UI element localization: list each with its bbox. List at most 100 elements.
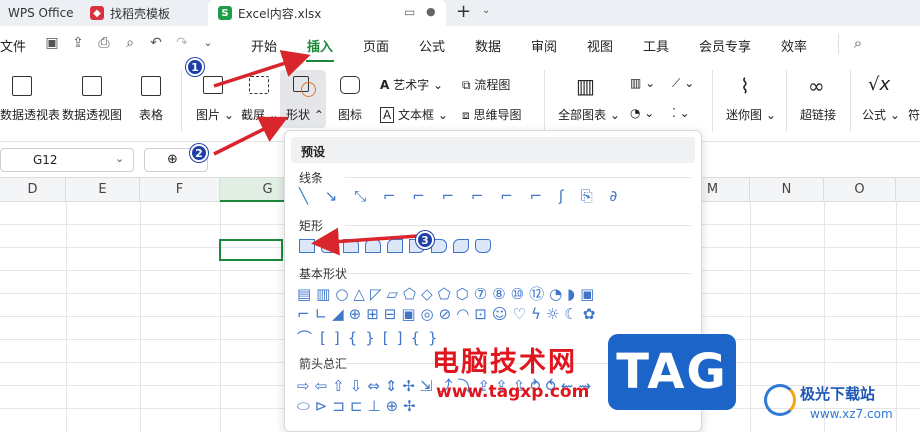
shapes-button[interactable]: 形状 ⌃: [286, 106, 324, 123]
export-icon[interactable]: ⇪: [70, 35, 86, 51]
sparkline-button[interactable]: 迷你图 ⌄: [726, 106, 776, 123]
menu-review[interactable]: 审阅: [531, 36, 557, 55]
shape-round-top-rectangle[interactable]: [365, 239, 381, 253]
pivot-table-button[interactable]: 数据透视表: [0, 106, 60, 123]
sparkline-label: 迷你图: [726, 108, 763, 122]
search-icon[interactable]: ⌕: [850, 35, 866, 51]
column-header-o[interactable]: O: [824, 178, 896, 202]
screenshot-icon: [249, 76, 269, 94]
icons-button[interactable]: 图标: [338, 106, 362, 123]
all-charts-button[interactable]: 全部图表 ⌄: [558, 106, 620, 123]
line-chart-button[interactable]: ⟋ ⌄: [672, 76, 694, 91]
chevron-down-icon[interactable]: ⌄: [482, 5, 490, 16]
menu-efficiency[interactable]: 效率: [781, 36, 807, 55]
menu-home[interactable]: 开始: [251, 36, 277, 55]
menu-insert[interactable]: 插入: [307, 36, 333, 55]
title-bar: WPS Office ◆ 找稻壳模板 S Excel内容.xlsx ▭ ● + …: [0, 0, 920, 26]
menu-member[interactable]: 会员专享: [699, 36, 751, 55]
all-charts-label: 全部图表: [558, 108, 607, 122]
mindmap-icon: ⧈: [462, 108, 470, 122]
chevron-down-icon[interactable]: ⌄: [200, 35, 216, 51]
divider: [345, 225, 691, 226]
hyperlink-button[interactable]: 超链接: [800, 106, 836, 123]
screenshot-button[interactable]: 截屏 ⌄: [241, 106, 279, 123]
bar-chart-icon: ▥: [576, 74, 595, 98]
selected-cell[interactable]: [219, 239, 283, 261]
menu-page[interactable]: 页面: [363, 36, 389, 55]
symbol-button[interactable]: 符: [908, 106, 920, 123]
menu-data[interactable]: 数据: [475, 36, 501, 55]
icons-icon: [340, 76, 360, 94]
hyperlink-icon: ∞: [808, 74, 825, 98]
textbox-button[interactable]: A 文本框 ⌄: [380, 106, 448, 123]
shape-rounded-rectangle[interactable]: [321, 239, 337, 253]
column-line: [140, 202, 141, 432]
tab-label: 找稻壳模板: [110, 6, 171, 21]
basic-shapes-row-1[interactable]: ▤▥○△◸▱⬠◇⬠⬡⑦⑧⑩⑫◔◗▣: [297, 283, 599, 304]
wordart-button[interactable]: A 艺术字 ⌄: [380, 76, 443, 93]
pivot-chart-icon: [82, 76, 102, 96]
divider: [712, 70, 713, 132]
formula-button[interactable]: 公式 ⌄: [862, 106, 900, 123]
menu-tools[interactable]: 工具: [643, 36, 669, 55]
new-tab-button[interactable]: +: [456, 1, 471, 22]
pivot-table-icon: [12, 76, 32, 96]
preview-icon[interactable]: ⌕: [122, 35, 138, 51]
flowchart-button[interactable]: ⧉ 流程图: [462, 76, 510, 93]
column-header-f[interactable]: F: [140, 178, 220, 202]
shape-snip-corner-rectangle[interactable]: [387, 239, 403, 253]
name-box[interactable]: G12 ⌄: [0, 148, 134, 172]
picture-button[interactable]: 图片 ⌄: [196, 106, 234, 123]
monitor-icon[interactable]: ▭: [404, 5, 415, 19]
print-icon[interactable]: ⎙: [96, 35, 112, 51]
pie-chart-button[interactable]: ◔ ⌄: [630, 106, 654, 120]
app-window: WPS Office ◆ 找稻壳模板 S Excel内容.xlsx ▭ ● + …: [0, 0, 920, 432]
formula-label: 公式: [862, 108, 887, 122]
table-button[interactable]: 表格: [139, 106, 163, 123]
divider: [181, 70, 182, 132]
column-line: [750, 202, 751, 432]
menu-view[interactable]: 视图: [587, 36, 613, 55]
picture-label: 图片: [196, 108, 221, 122]
template-icon: ◆: [90, 6, 104, 20]
tab-excel-document[interactable]: S Excel内容.xlsx ▭ ●: [208, 0, 446, 26]
column-header-e[interactable]: E: [66, 178, 140, 202]
sparkline-icon: ⌇: [740, 74, 750, 98]
menu-file[interactable]: 文件: [0, 36, 26, 55]
line-shapes-row[interactable]: ╲ ↘ ⤡ ⌐ ⌐ ⌐ ⌐ ⌐ ⌐ ʃ ⎘ ∂: [299, 187, 623, 205]
section-lines: 线条: [299, 171, 324, 185]
column-header-n[interactable]: N: [750, 178, 824, 202]
zoom-icon[interactable]: ⊕: [167, 152, 178, 167]
step-badge-3: 3: [416, 231, 434, 249]
chevron-down-icon[interactable]: ⌄: [115, 152, 124, 165]
redo-icon[interactable]: ↷: [174, 35, 190, 51]
tab-template[interactable]: ◆ 找稻壳模板: [84, 0, 202, 26]
pivot-chart-button[interactable]: 数据透视图: [62, 106, 122, 123]
shape-round-diagonal-rectangle[interactable]: [453, 239, 469, 253]
column-header-d[interactable]: D: [0, 178, 66, 202]
dot-icon[interactable]: ●: [426, 5, 436, 18]
shape-round-rectangle-2[interactable]: [475, 239, 491, 253]
divider: [850, 70, 851, 132]
basic-shapes-row-3[interactable]: ⌒[]{}[]{}: [297, 327, 446, 348]
aurora-logo-icon: [764, 384, 796, 416]
tab-wps-office[interactable]: WPS Office: [0, 0, 80, 26]
save-icon[interactable]: ▣: [44, 35, 60, 51]
undo-icon[interactable]: ↶: [148, 35, 164, 51]
column-chart-button[interactable]: ▥ ⌄: [630, 76, 655, 90]
picture-icon: [203, 76, 223, 94]
menu-bar: 文件 ▣ ⇪ ⎙ ⌕ ↶ ↷ ⌄ 开始 插入 页面 公式 数据 审阅 视图 工具…: [0, 26, 920, 62]
basic-shapes-row-2[interactable]: ⌐∟◢⊕⊞⊟▣◎⊘◠⊡☺♡ϟ☼☾✿: [297, 305, 600, 323]
arrow-shapes-row-2[interactable]: ⬭⊳⊐⊏⊥⊕✢: [297, 397, 421, 415]
mindmap-button[interactable]: ⧈ 思维导图: [462, 106, 521, 123]
menu-formula[interactable]: 公式: [419, 36, 445, 55]
divider: [345, 273, 691, 274]
watermark-url: www.tagxp.com: [436, 382, 590, 402]
shape-snip-rectangle[interactable]: [343, 239, 359, 253]
step-badge-2: 2: [190, 144, 208, 162]
scatter-chart-button[interactable]: ⁚ ⌄: [672, 106, 690, 120]
shapes-circle-icon: [301, 82, 316, 97]
watermark-cn-text: 电脑技术网: [432, 347, 577, 378]
shape-rectangle[interactable]: [299, 239, 315, 253]
preset-header: 预设: [301, 145, 326, 159]
